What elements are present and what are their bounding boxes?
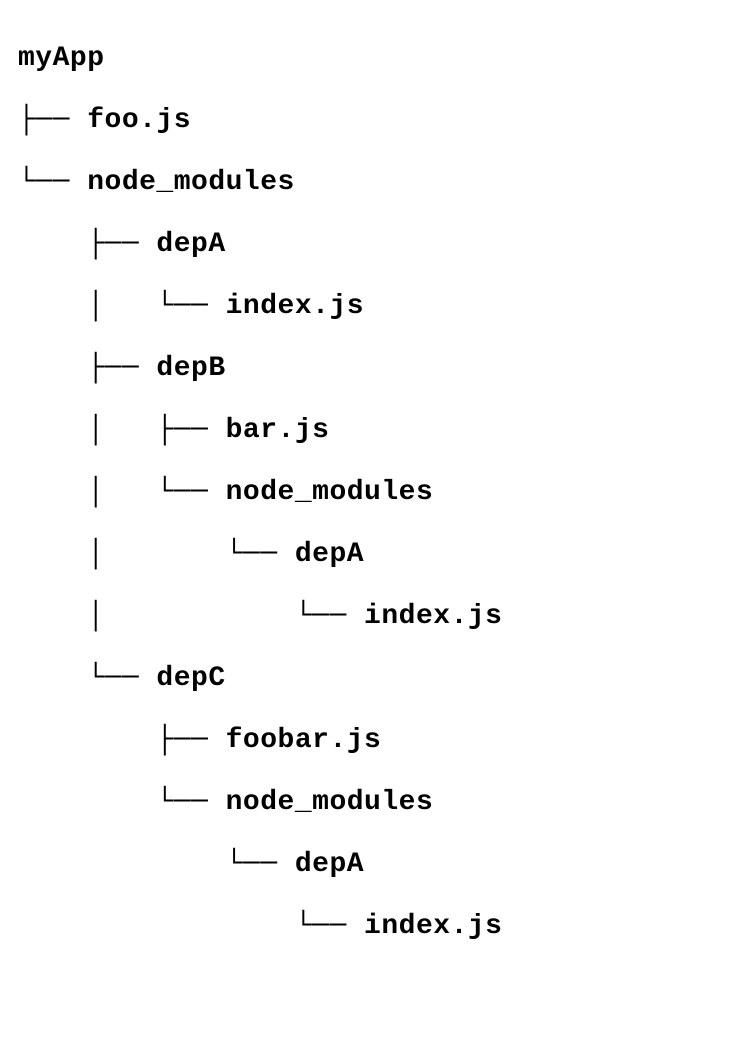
- tree-line: └── index.js: [18, 896, 732, 958]
- tree-line: ├── foo.js: [18, 90, 732, 152]
- tree-line: │ └── node_modules: [18, 462, 732, 524]
- tree-line: ├── foobar.js: [18, 710, 732, 772]
- tree-root: myApp: [18, 28, 732, 90]
- tree-line: └── node_modules: [18, 152, 732, 214]
- tree-line: └── depA: [18, 834, 732, 896]
- tree-line: │ └── index.js: [18, 276, 732, 338]
- tree-line: ├── depB: [18, 338, 732, 400]
- tree-line: └── depC: [18, 648, 732, 710]
- tree-line: └── node_modules: [18, 772, 732, 834]
- tree-line: │ └── depA: [18, 524, 732, 586]
- tree-line: ├── depA: [18, 214, 732, 276]
- tree-line: │ ├── bar.js: [18, 400, 732, 462]
- tree-line: │ └── index.js: [18, 586, 732, 648]
- directory-tree: myApp ├── foo.js └── node_modules ├── de…: [18, 28, 732, 958]
